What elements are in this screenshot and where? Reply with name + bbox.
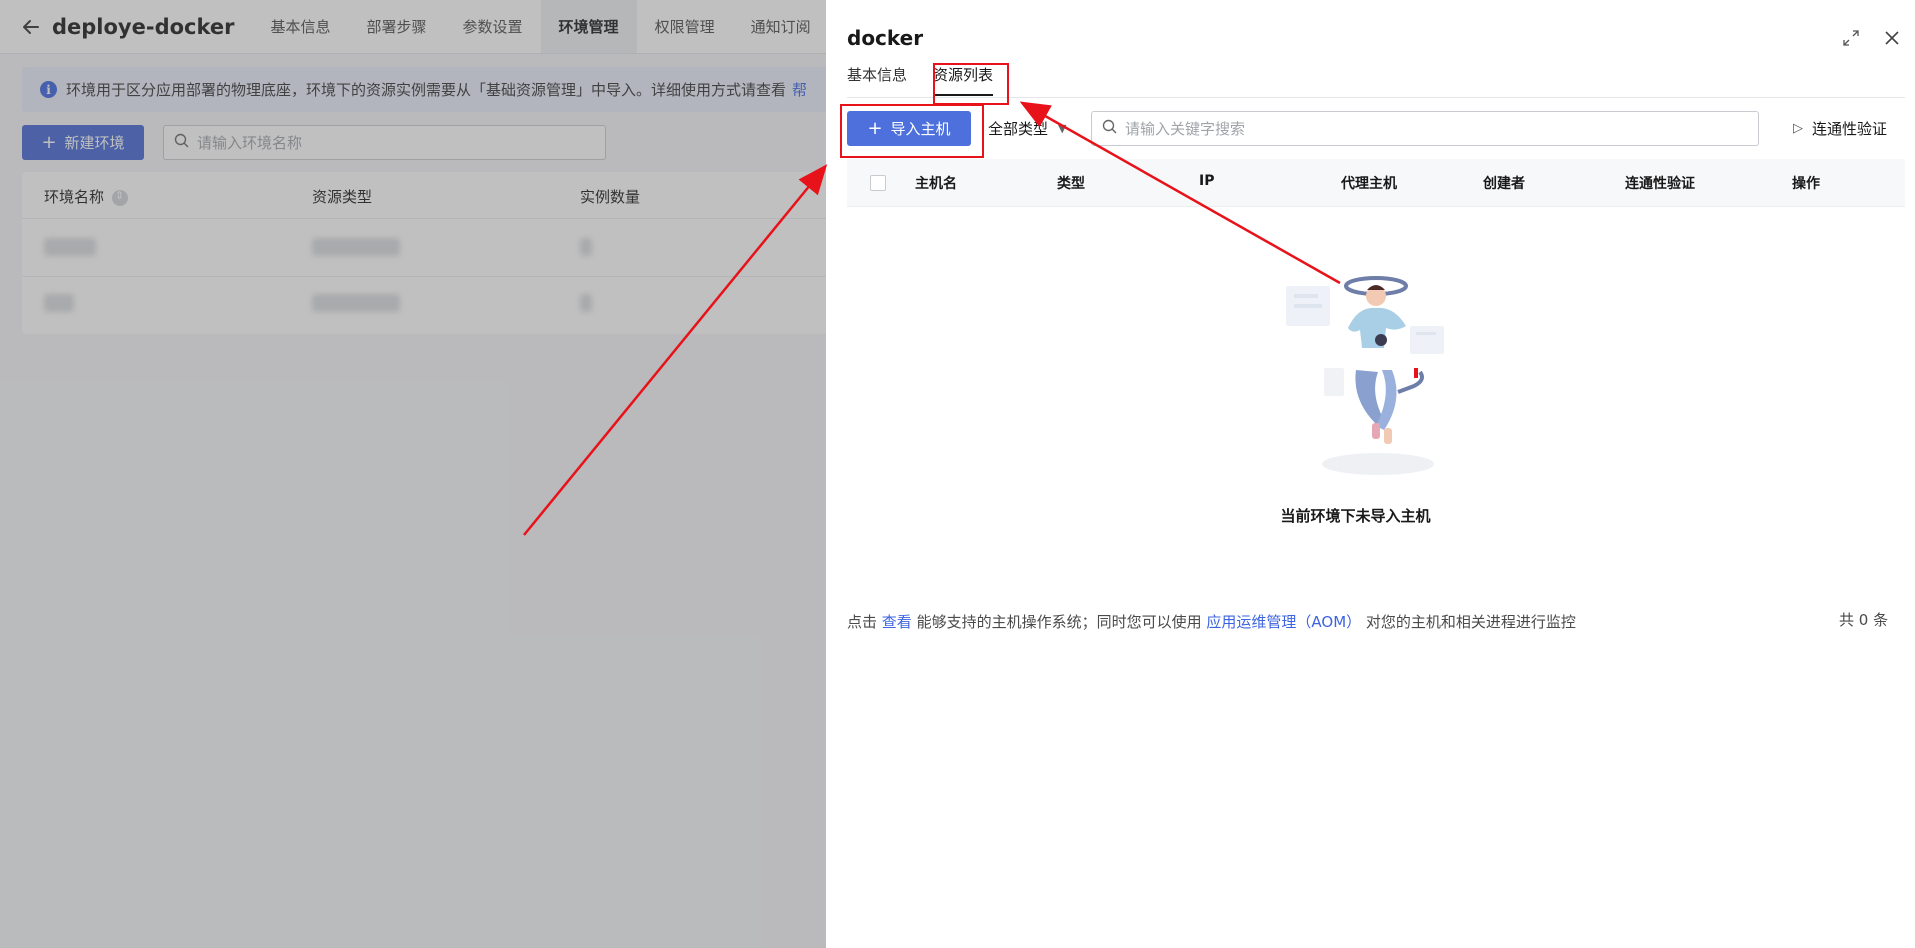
column-proxy-host: 代理主机: [1341, 176, 1397, 192]
empty-state-text: 当前环境下未导入主机: [1280, 507, 1431, 525]
annotation-box-import-button: [840, 104, 984, 158]
keyword-search-placeholder: 请输入关键字搜索: [1125, 120, 1246, 138]
search-icon: [1102, 119, 1117, 138]
footer-note: 点击 查看 能够支持的主机操作系统；同时您可以使用 应用运维管理（AOM） 对您…: [847, 611, 1576, 632]
environment-drawer: docker 基本信息 资源列表 + 导入主机 全部类型 ▼ 请输入关键字搜索 …: [826, 0, 1915, 948]
aom-link[interactable]: 应用运维管理（AOM）: [1206, 613, 1361, 631]
modal-overlay[interactable]: [0, 0, 826, 948]
view-supported-os-link[interactable]: 查看: [882, 613, 912, 631]
chevron-down-icon: ▼: [1058, 122, 1067, 135]
column-type: 类型: [1057, 176, 1085, 192]
expand-icon[interactable]: [1843, 30, 1859, 46]
footer-text-1: 点击: [847, 613, 878, 631]
column-actions: 操作: [1792, 176, 1820, 192]
empty-state-illustration: [1286, 268, 1466, 478]
drawer-tab-basic-info[interactable]: 基本信息: [847, 64, 907, 98]
host-table-header: 主机名 类型 IP 代理主机 创建者 连通性验证 操作: [847, 159, 1905, 207]
play-icon: ▷: [1793, 121, 1803, 136]
type-filter-value: 全部类型: [988, 120, 1049, 138]
annotation-box-resource-tab: [933, 63, 1009, 105]
type-filter-select[interactable]: 全部类型 ▼: [988, 118, 1066, 139]
column-creator: 创建者: [1483, 176, 1525, 192]
connectivity-check-button[interactable]: ▷ 连通性验证: [1793, 118, 1887, 139]
keyword-search-input[interactable]: 请输入关键字搜索: [1091, 111, 1759, 146]
column-ip: IP: [1199, 173, 1215, 189]
column-connectivity: 连通性验证: [1625, 176, 1695, 192]
select-all-checkbox[interactable]: [870, 175, 886, 191]
total-count: 共 0 条: [1839, 611, 1889, 629]
close-icon[interactable]: [1883, 29, 1901, 47]
footer-text-3: 对您的主机和相关进程进行监控: [1365, 613, 1576, 631]
connectivity-check-label: 连通性验证: [1812, 120, 1888, 138]
footer-text-2: 能够支持的主机操作系统；同时您可以使用: [916, 613, 1202, 631]
column-hostname: 主机名: [915, 176, 957, 192]
drawer-title: docker: [847, 26, 924, 50]
